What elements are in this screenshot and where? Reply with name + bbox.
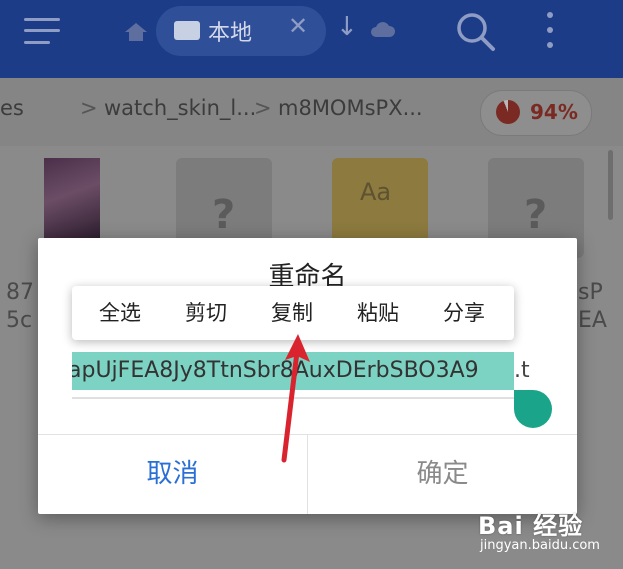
confirm-button[interactable]: 确定 (308, 434, 577, 514)
menu-item-paste[interactable]: 粘贴 (338, 286, 418, 340)
cancel-button[interactable]: 取消 (38, 434, 307, 514)
question-mark-icon: ? (524, 192, 548, 238)
location-label: 本地 (208, 21, 253, 46)
file-thumbnail[interactable] (44, 158, 100, 238)
menu-item-select-all[interactable]: 全选 (80, 286, 160, 340)
watermark-url: jingyan.baidu.com (480, 538, 600, 553)
pie-chart-icon (496, 100, 520, 124)
menu-item-share[interactable]: 分享 (424, 286, 504, 340)
breadcrumb-item[interactable]: m8MOMsPX... (278, 96, 423, 120)
home-icon[interactable] (124, 22, 148, 46)
question-mark-icon: ? (212, 192, 236, 238)
file-name-label: sP (578, 280, 603, 305)
filename-input-selection[interactable]: apUjFEA8Jy8TtnSbr8AuxDErbSBO3A9 (72, 352, 514, 390)
text-badge: Aa (360, 178, 392, 206)
file-name-label: 87 (6, 280, 34, 305)
cloud-icon[interactable] (370, 22, 396, 42)
close-icon[interactable]: ✕ (288, 12, 308, 40)
folder-icon (174, 21, 200, 40)
breadcrumb-separator: > (80, 96, 98, 120)
search-icon[interactable] (456, 12, 496, 56)
menu-item-cut[interactable]: 剪切 (166, 286, 246, 340)
filename-field-underline (72, 397, 542, 399)
file-name-label: 5c (6, 308, 33, 333)
baidu-jingyan-logo: Bai 经验 (478, 512, 584, 540)
menu-item-copy[interactable]: 复制 (252, 286, 332, 340)
breadcrumb-separator: > (254, 96, 272, 120)
breadcrumb-item[interactable]: watch_skin_l... (104, 96, 256, 120)
arrow-down-icon[interactable]: ↓ (336, 12, 358, 42)
selection-handle[interactable] (514, 390, 552, 428)
menu-icon[interactable] (24, 16, 60, 46)
breadcrumb-item[interactable]: es (0, 96, 24, 120)
more-vert-icon[interactable] (546, 12, 554, 50)
file-name-label: EA (578, 308, 607, 333)
scrollbar[interactable] (608, 150, 613, 220)
filename-input-tail[interactable]: .t (514, 352, 530, 390)
storage-usage-value: 94% (530, 100, 578, 124)
